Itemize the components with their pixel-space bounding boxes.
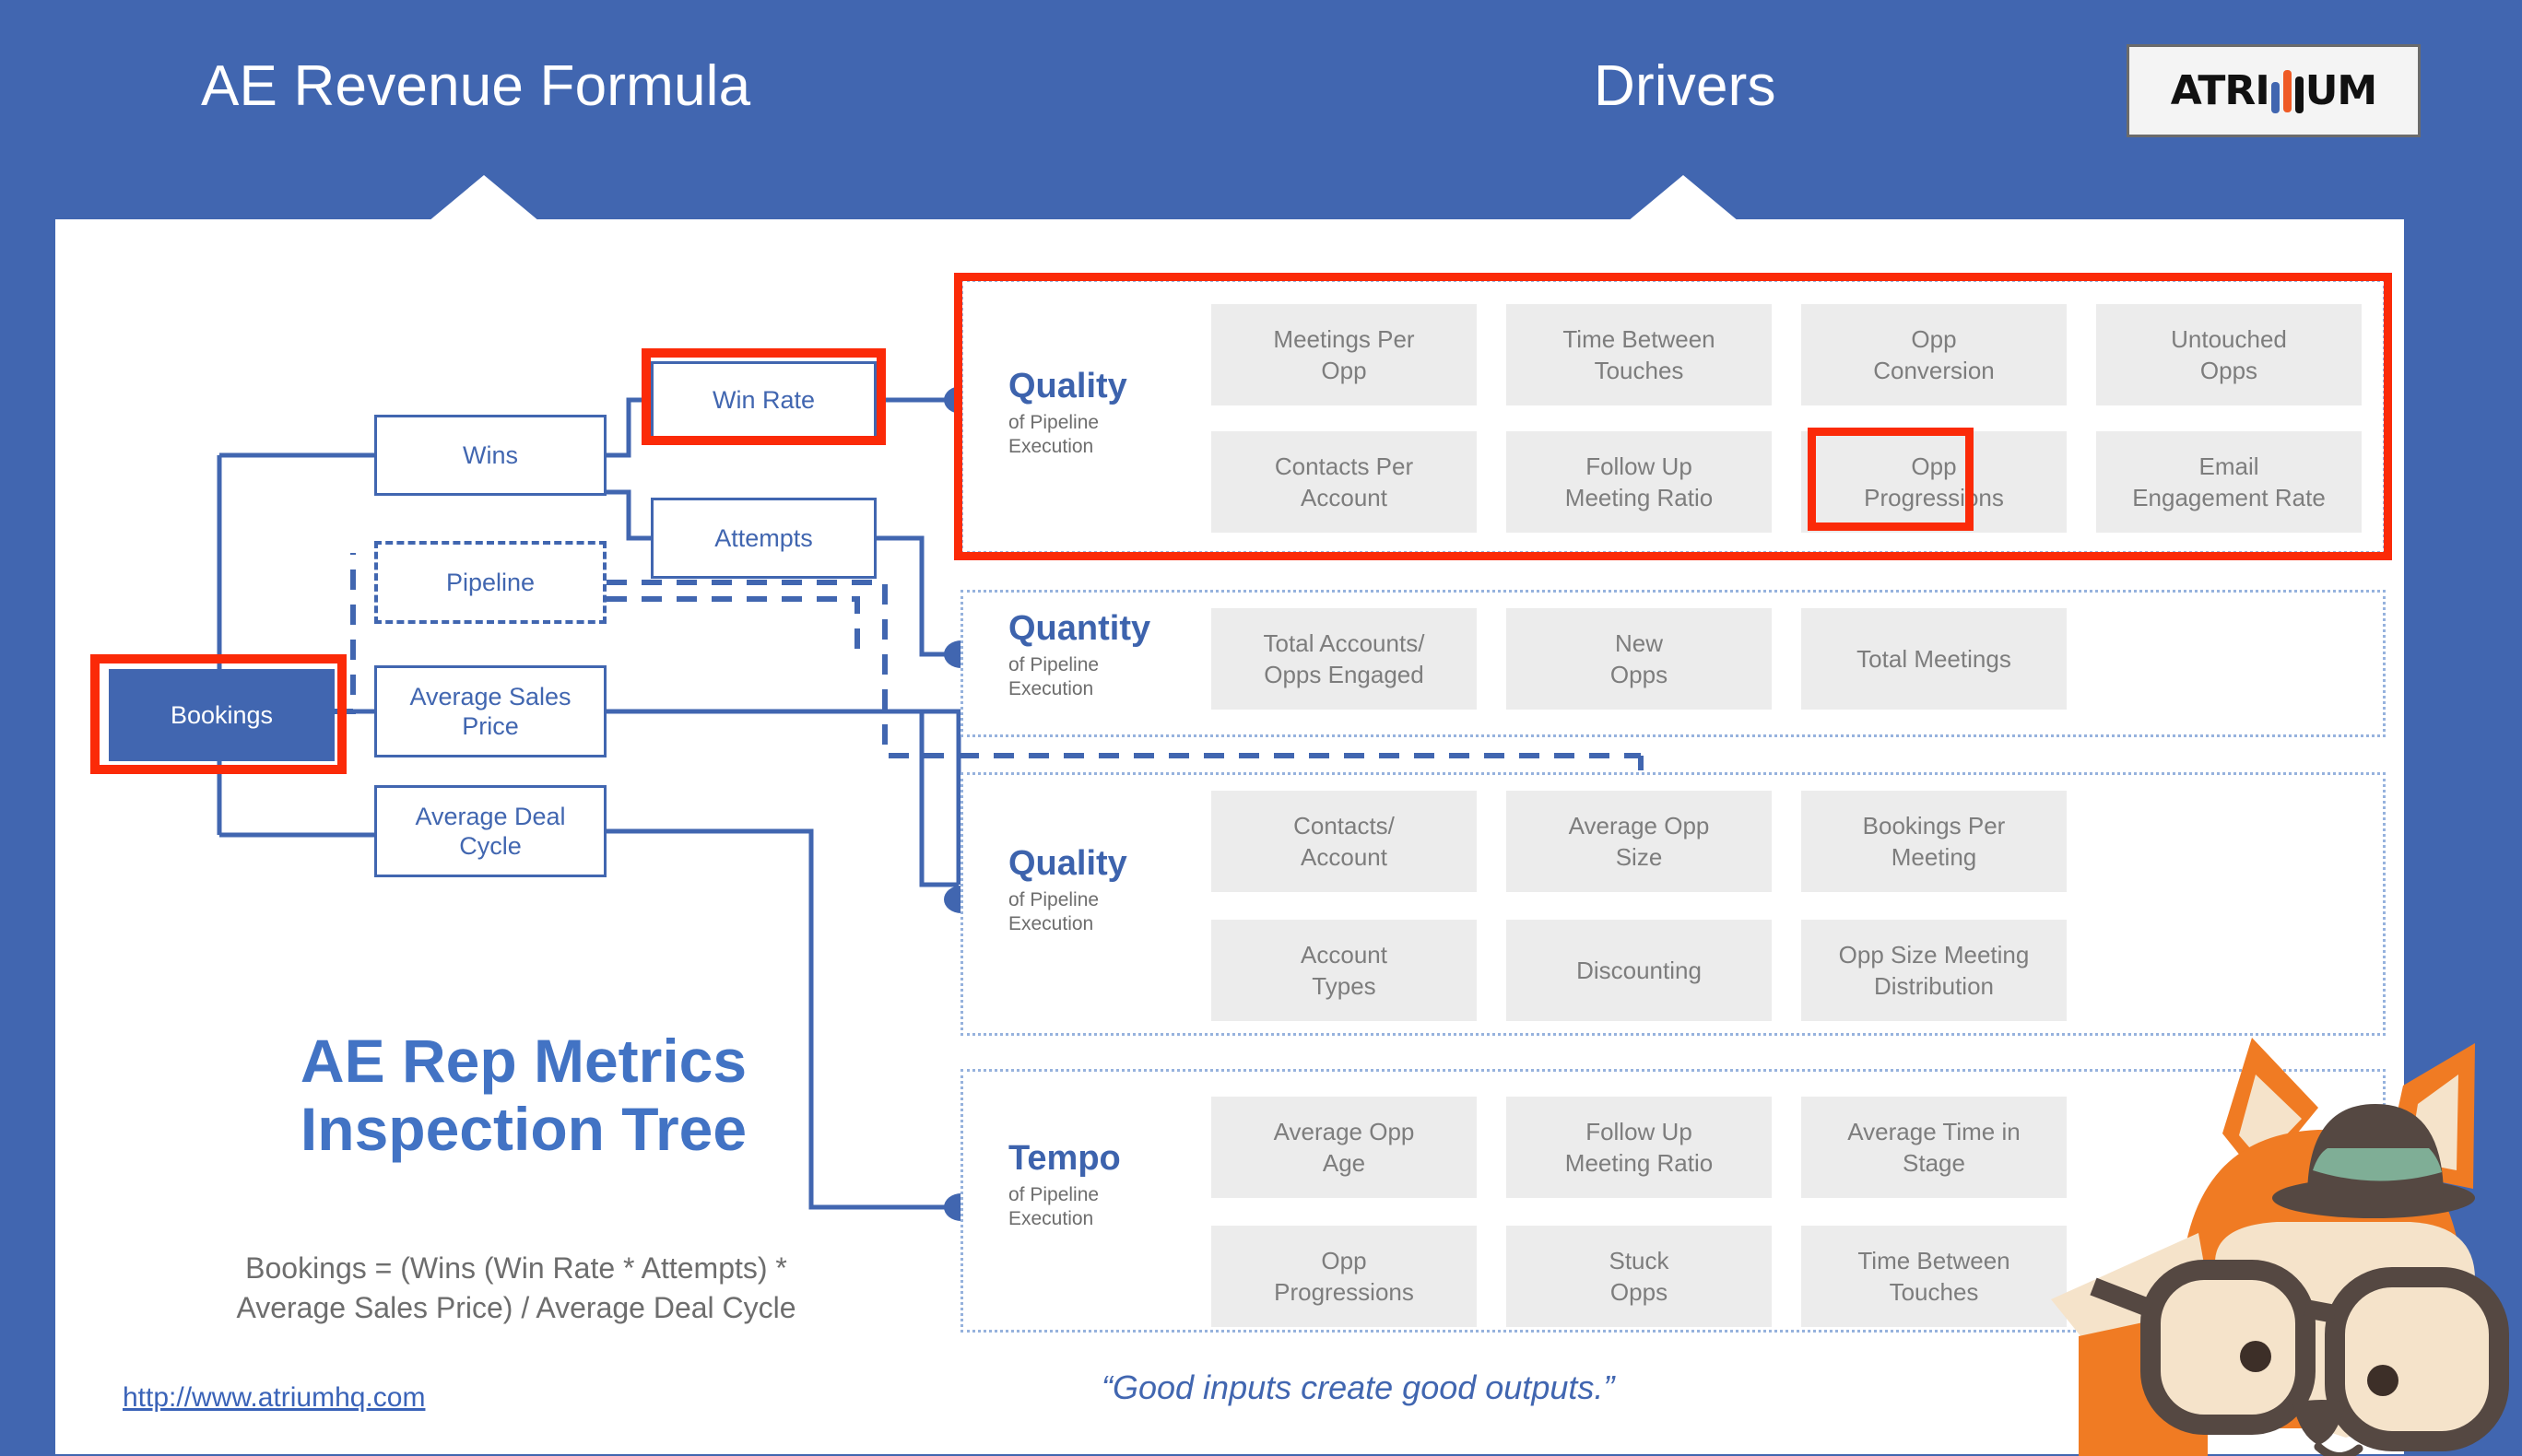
driver-card[interactable]: Meetings Per Opp bbox=[1211, 304, 1477, 405]
driver-card[interactable]: Total Accounts/ Opps Engaged bbox=[1211, 608, 1477, 710]
driver-title: Quality bbox=[1008, 367, 1127, 405]
driver-card[interactable]: Time Between Touches bbox=[1801, 1226, 2067, 1327]
driver-title: Tempo bbox=[1008, 1139, 1121, 1178]
driver-subtitle: of Pipeline Execution bbox=[1008, 411, 1100, 458]
driver-group-label-quality-1: Quality of Pipeline Execution bbox=[960, 367, 1154, 459]
logo-text-left: ATRI bbox=[2170, 66, 2270, 114]
driver-title: Quality bbox=[1008, 844, 1127, 883]
driver-card[interactable]: Average Opp Age bbox=[1211, 1097, 1477, 1198]
driver-card[interactable]: Stuck Opps bbox=[1506, 1226, 1772, 1327]
node-win-rate[interactable]: Win Rate bbox=[651, 361, 877, 440]
driver-title: Quantity bbox=[1008, 609, 1151, 648]
fox-mascot-illustration bbox=[2051, 1038, 2509, 1456]
header-right-title: Drivers bbox=[1594, 54, 1776, 118]
driver-card[interactable]: Contacts/ Account bbox=[1211, 791, 1477, 892]
driver-card[interactable]: Opp Conversion bbox=[1801, 304, 2067, 405]
header-left-title: AE Revenue Formula bbox=[201, 54, 751, 118]
driver-card[interactable]: Email Engagement Rate bbox=[2096, 431, 2362, 533]
driver-card[interactable]: Average Opp Size bbox=[1506, 791, 1772, 892]
logo-bar-black-icon bbox=[2294, 76, 2304, 113]
driver-card[interactable]: Opp Size Meeting Distribution bbox=[1801, 920, 2067, 1021]
node-bookings[interactable]: Bookings bbox=[109, 669, 335, 761]
driver-card-highlighted[interactable]: Opp Progressions bbox=[1801, 431, 2067, 533]
driver-card[interactable]: Follow Up Meeting Ratio bbox=[1506, 431, 1772, 533]
node-attempts[interactable]: Attempts bbox=[651, 498, 877, 579]
driver-card[interactable]: Average Time in Stage bbox=[1801, 1097, 2067, 1198]
node-average-deal-cycle[interactable]: Average Deal Cycle bbox=[374, 785, 607, 877]
node-average-sales-price[interactable]: Average Sales Price bbox=[374, 665, 607, 757]
slide-canvas: AE Revenue Formula Drivers ATRI UM Booki… bbox=[0, 0, 2522, 1456]
driver-group-label-tempo: Tempo of Pipeline Execution bbox=[960, 1139, 1154, 1231]
pointer-triangle-right-icon bbox=[1628, 175, 1738, 221]
tagline-quote: “Good inputs create good outputs.” bbox=[1102, 1368, 1615, 1406]
driver-card[interactable]: Bookings Per Meeting bbox=[1801, 791, 2067, 892]
logo-bar-blue-icon bbox=[2270, 81, 2280, 113]
driver-card[interactable]: Discounting bbox=[1506, 920, 1772, 1021]
logo-text-right: UM bbox=[2304, 66, 2378, 114]
pointer-triangle-left-icon bbox=[429, 175, 539, 221]
driver-card[interactable]: Time Between Touches bbox=[1506, 304, 1772, 405]
driver-card[interactable]: Untouched Opps bbox=[2096, 304, 2362, 405]
driver-group-label-quantity: Quantity of Pipeline Execution bbox=[960, 609, 1154, 701]
driver-subtitle: of Pipeline Execution bbox=[1008, 888, 1100, 935]
driver-card[interactable]: Total Meetings bbox=[1801, 608, 2067, 710]
driver-card[interactable]: Opp Progressions bbox=[1211, 1226, 1477, 1327]
driver-card[interactable]: New Opps bbox=[1506, 608, 1772, 710]
driver-subtitle: of Pipeline Execution bbox=[1008, 653, 1100, 700]
driver-subtitle: of Pipeline Execution bbox=[1008, 1183, 1100, 1230]
driver-card[interactable]: Account Types bbox=[1211, 920, 1477, 1021]
node-pipeline[interactable]: Pipeline bbox=[374, 541, 607, 624]
driver-card[interactable]: Contacts Per Account bbox=[1211, 431, 1477, 533]
atrium-logo: ATRI UM bbox=[2127, 44, 2421, 137]
driver-group-label-quality-2: Quality of Pipeline Execution bbox=[960, 844, 1154, 936]
logo-bar-orange-icon bbox=[2282, 69, 2292, 112]
driver-card[interactable]: Follow Up Meeting Ratio bbox=[1506, 1097, 1772, 1198]
formula-text: Bookings = (Wins (Win Rate * Attempts) *… bbox=[236, 1251, 796, 1325]
page-title: AE Rep Metrics Inspection Tree bbox=[300, 1027, 748, 1163]
website-link[interactable]: http://www.atriumhq.com bbox=[123, 1382, 425, 1414]
node-wins[interactable]: Wins bbox=[374, 415, 607, 496]
